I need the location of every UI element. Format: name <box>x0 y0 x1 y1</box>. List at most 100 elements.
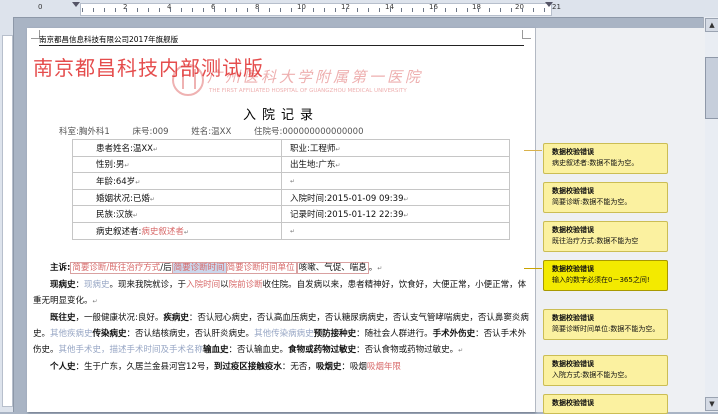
other-disease-placeholder[interactable]: 其他疾病史 <box>50 329 93 339</box>
history-narrator-field[interactable]: 病史叙述者 <box>141 227 184 237</box>
ruler-tick <box>181 8 182 12</box>
symptoms-field[interactable]: 咳嗽、气促、喘息 <box>296 262 369 274</box>
horizontal-ruler[interactable]: 0 2 4 6 8 10 12 14 16 18 20 21 <box>0 0 718 18</box>
ruler-tick <box>533 8 534 12</box>
ruler-tick <box>390 8 391 12</box>
ruler-tick <box>214 8 215 12</box>
table-cell[interactable]: 出生地:广东↵ <box>281 155 510 174</box>
ruler-tick <box>423 8 424 12</box>
table-cell[interactable]: 患者姓名:温XX↵ <box>71 139 283 157</box>
ruler-tick <box>280 8 281 12</box>
ruler-tick <box>247 8 248 12</box>
validation-comment[interactable]: 数据校验错误 入院方式:数据不能为空。 <box>543 355 668 386</box>
ruler-label-start: 0 <box>38 3 43 11</box>
ruler-tick <box>434 8 435 12</box>
document-page[interactable]: 南京都昌信息科技有限公司2017年旗舰版 广州医科大学附属第一医院 THE FI… <box>27 28 535 412</box>
ruler-tick <box>82 8 83 12</box>
validation-comment[interactable]: 数据校验错误 简要诊断时间单位:数据不能为空。 <box>543 309 668 340</box>
validation-comment[interactable]: 数据校验错误 <box>543 394 668 414</box>
patient-table: 患者姓名:温XX↵ 职业:工程师↵ 性别:男↵ 出生地:广东↵ 年龄:64岁↵ … <box>71 139 510 240</box>
ruler-tick <box>258 8 259 12</box>
ruler-tick <box>500 8 501 12</box>
ruler-tick <box>478 8 479 12</box>
table-cell[interactable]: ↵ <box>281 221 510 240</box>
pre-diagnosis-field[interactable]: 院前诊断 <box>229 280 263 290</box>
other-infection-placeholder[interactable]: 其他传染病病史 <box>254 329 314 339</box>
table-row: 性别:男↵ 出生地:广东↵ <box>71 155 510 174</box>
ruler-tick <box>324 8 325 12</box>
table-cell[interactable]: 性别:男↵ <box>71 155 283 174</box>
diagnosis-time-unit-field[interactable]: 简要诊断时间单位 <box>227 263 295 273</box>
table-cell[interactable]: 年龄:64岁↵ <box>71 172 283 190</box>
department-info: 科室:胸外科1 <box>59 127 110 137</box>
bed-info: 床号:009 <box>132 127 169 137</box>
comment-connector <box>524 268 542 269</box>
ruler-tick <box>313 8 314 12</box>
ruler-tick <box>368 8 369 12</box>
table-cell[interactable]: 记录时间:2015-01-12 22:39↵ <box>281 205 510 223</box>
document-title: 入院记录 <box>242 108 319 123</box>
ruler-tick <box>544 8 545 12</box>
validation-comment[interactable]: 数据校验错误 病史叙述者:数据不能为空。 <box>543 143 668 174</box>
header-divider <box>39 45 524 46</box>
ruler-tick <box>192 8 193 12</box>
scroll-down-button[interactable]: ▼ <box>705 397 718 411</box>
ruler-tick <box>379 8 380 12</box>
ruler-tick <box>170 8 171 12</box>
validation-comment[interactable]: 数据校验错误 既往治疗方式:数据不能为空 <box>543 221 668 252</box>
ruler-text-area <box>80 3 552 16</box>
ruler-tick <box>203 8 204 12</box>
smoking-years-field[interactable]: 吸烟年限 <box>367 362 401 372</box>
hpi-placeholder[interactable]: 现病史 <box>84 280 110 290</box>
record-body[interactable]: 主诉: 简要诊断/既往治疗方式/后 简要诊断时间 简要诊断时间单位 咳嗽、气促、喘息 。↵… <box>33 260 531 375</box>
table-cell[interactable]: 职业:工程师↵ <box>281 139 510 157</box>
comment-connector <box>524 150 542 151</box>
validation-comment[interactable]: 数据校验错误 简要诊断:数据不能为空。 <box>543 182 668 213</box>
vertical-ruler[interactable] <box>0 17 14 412</box>
ruler-tick <box>159 8 160 12</box>
ruler-tick <box>511 8 512 12</box>
ruler-tick <box>489 8 490 12</box>
ruler-tick <box>445 8 446 12</box>
table-row: 婚姻状况:已婚↵ 入院时间:2015-01-09 09:39↵ <box>71 188 510 207</box>
chief-complaint-field[interactable]: 简要诊断/既往治疗方式/后 简要诊断时间 简要诊断时间单位 <box>70 262 297 274</box>
admission-time-field[interactable]: 入院时间 <box>186 280 220 290</box>
ruler-label-end: 21 <box>552 3 561 11</box>
table-row: 病史叙述者:病史叙述者↵ ↵ <box>71 221 510 240</box>
ruler-tick <box>467 8 468 12</box>
ruler-tick <box>522 8 523 12</box>
table-cell[interactable]: 入院时间:2015-01-09 09:39↵ <box>281 188 510 207</box>
ruler-tick <box>236 8 237 12</box>
vertical-scrollbar[interactable]: ▲ ▼ <box>703 17 718 412</box>
watermark: 南京都昌科技内部测试版 <box>33 56 264 80</box>
ruler-tick <box>225 8 226 12</box>
diagnosis-field[interactable]: 简要诊断/既往治疗方式 <box>72 263 160 273</box>
ruler-indent-marker[interactable] <box>72 2 80 7</box>
ruler-tick <box>302 8 303 12</box>
ruler-tick <box>115 8 116 12</box>
ruler-tick <box>291 8 292 12</box>
scrollbar-thumb[interactable] <box>705 57 718 119</box>
crop-mark-icon <box>522 30 531 39</box>
name-info: 姓名:温XX <box>191 127 232 137</box>
personal-history-paragraph: 个人史：生于广东，久居兰金县河宫12号，到过疫区接触疫水：无否，吸烟史：吸烟吸烟… <box>50 362 401 372</box>
scroll-up-button[interactable]: ▲ <box>705 18 718 32</box>
ruler-label: 18 <box>472 3 481 11</box>
table-row: 年龄:64岁↵ ↵ <box>71 172 510 190</box>
admission-number-info: 住院号:000000000000000 <box>254 127 364 137</box>
ruler-tick <box>412 8 413 12</box>
patient-info-row: 科室:胸外科1 床号:009 姓名:温XX 住院号:00000000000000… <box>59 125 383 137</box>
table-cell[interactable]: 婚姻状况:已婚↵ <box>71 188 283 207</box>
table-cell[interactable]: 病史叙述者:病史叙述者↵ <box>71 221 283 240</box>
table-cell[interactable]: 民族:汉族↵ <box>71 205 283 223</box>
ruler-tick <box>126 8 127 12</box>
table-row: 民族:汉族↵ 记录时间:2015-01-12 22:39↵ <box>71 205 510 223</box>
ruler-tick <box>269 8 270 12</box>
hpi-paragraph: 现病史：现病史。现来我院就诊，于入院时间以院前诊断收住院。自发病以来，患者精神好… <box>33 280 527 306</box>
ruler-tick <box>346 8 347 12</box>
ruler-tick <box>148 8 149 12</box>
validation-comment-active[interactable]: 数据校验错误 输入的数字必须在0－365之间! <box>543 260 668 291</box>
table-cell[interactable]: ↵ <box>281 172 510 190</box>
diagnosis-time-field[interactable]: 简要诊断时间 <box>171 262 227 274</box>
other-surgery-placeholder[interactable]: 其他手术史，描述手术时间及手术名称 <box>59 345 204 355</box>
